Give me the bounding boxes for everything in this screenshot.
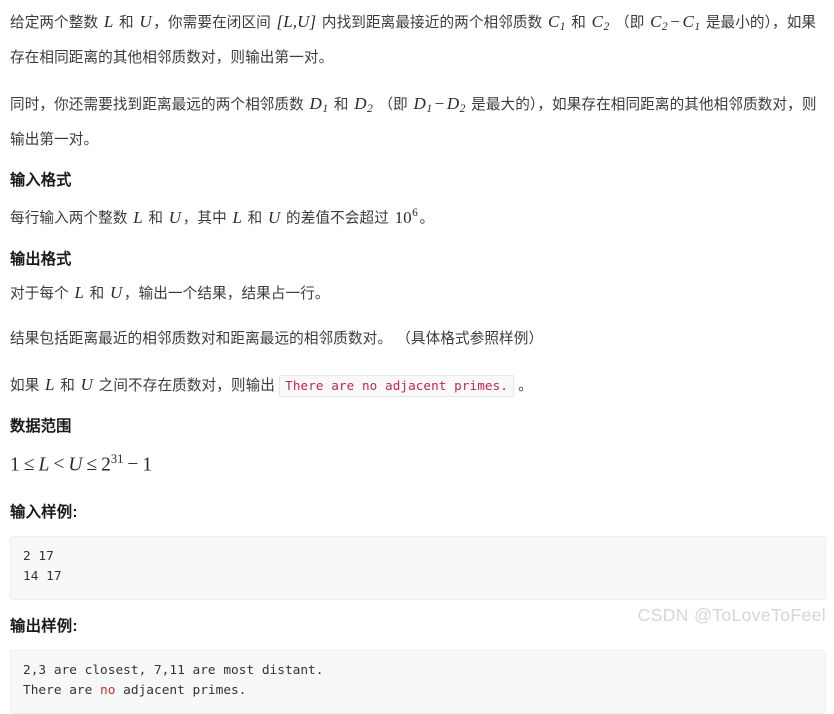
formula-minus-operator: − xyxy=(127,454,139,476)
text-fragment: 和 xyxy=(329,97,353,114)
text-fragment: 对于每个 xyxy=(10,285,73,302)
math-L: L xyxy=(74,282,84,302)
input-format-paragraph: 每行输入两个整数 L 和 U ，其中 L 和 U 的差值不会超过 106。 xyxy=(10,198,826,234)
text-fragment: 和 xyxy=(56,377,80,394)
formula-U: U xyxy=(68,454,83,476)
text-fragment: 和 xyxy=(114,15,138,31)
inline-code-no-adjacent-primes: There are no adjacent primes. xyxy=(279,374,514,397)
formula-L: L xyxy=(38,454,50,476)
output-format-detail-paragraph: 结果包括距离最近的相邻质数对和距离最远的相邻质数对。 （具体格式参照样例） xyxy=(10,330,544,347)
code-line: 14 17 xyxy=(23,569,62,585)
text-fragment: 同时，你还需要找到距离最远的两个相邻质数 xyxy=(10,97,309,114)
text-fragment: 每行输入两个整数 xyxy=(10,210,132,227)
problem-description-paragraph-2: 同时，你还需要找到距离最远的两个相邻质数 D1 和 D2 （即 D1− D2 是最… xyxy=(10,88,826,156)
math-U: U xyxy=(268,207,281,227)
formula-lt-operator: < xyxy=(53,454,65,476)
no-adjacent-primes-paragraph: 如果 L 和 U 之间不存在质数对，则输出 There are no adjac… xyxy=(10,369,826,402)
code-line: 2,3 are closest, 7,11 are most distant. xyxy=(23,661,813,681)
data-range-formula: 1 ≤ L < U ≤231−1 xyxy=(10,444,826,481)
output-sample-codeblock: 2,3 are closest, 7,11 are most distant. T… xyxy=(10,650,826,714)
math-L: L xyxy=(133,207,143,227)
math-interval-LU: [L,U] xyxy=(276,12,317,31)
problem-description-paragraph-1: 给定两个整数 L 和 U ，你需要在闭区间 [L,U] 内找到距离最接近的两个相邻… xyxy=(10,6,826,74)
heading-output-format: 输出格式 xyxy=(10,250,72,268)
text-fragment: （即 xyxy=(610,15,649,31)
text-fragment: 之间不存在质数对，则输出 xyxy=(94,377,280,394)
code-token-keyword: no xyxy=(100,683,116,699)
formula-exponent: 31 xyxy=(110,451,124,466)
math-D1-minus-D2: D1− D2 xyxy=(413,94,466,116)
math-C1: C1 xyxy=(547,12,566,34)
text-fragment: ，你需要在闭区间 xyxy=(153,15,276,31)
math-D1: D1 xyxy=(309,94,329,116)
code-line: 2 17 xyxy=(23,549,54,565)
text-fragment: 。 xyxy=(513,377,533,394)
math-D2: D2 xyxy=(354,94,373,116)
text-fragment: ，其中 xyxy=(182,210,231,227)
text-fragment: 如果 xyxy=(10,377,44,394)
text-fragment: 给定两个整数 xyxy=(10,15,103,31)
math-L: L xyxy=(103,12,114,31)
formula-le-operator: ≤ xyxy=(86,454,98,476)
code-token: adjacent primes. xyxy=(115,683,247,699)
math-L: L xyxy=(45,374,55,394)
code-token: 2,3 are closest, 7,11 are most distant. xyxy=(23,663,324,679)
text-fragment: 和 xyxy=(85,285,109,302)
input-sample-codeblock: 2 17 14 17 xyxy=(10,536,826,601)
math-U: U xyxy=(139,12,152,31)
heading-input-format: 输入格式 xyxy=(10,172,72,190)
code-token: There are xyxy=(23,683,101,699)
math-U: U xyxy=(110,282,123,302)
math-C2: C2 xyxy=(591,12,610,34)
math-L: L xyxy=(232,207,242,227)
heading-data-range: 数据范围 xyxy=(10,417,72,435)
code-line: There are no adjacent primes. xyxy=(23,681,813,701)
math-C2-minus-C1: C2− C1 xyxy=(650,12,701,34)
heading-input-sample: 输入样例: xyxy=(10,504,78,522)
problem-statement-page: 给定两个整数 L 和 U ，你需要在闭区间 [L,U] 内找到距离最接近的两个相邻… xyxy=(0,0,834,714)
formula-base-two: 2 xyxy=(101,454,111,476)
heading-output-sample: 输出样例: xyxy=(10,618,78,636)
math-U: U xyxy=(80,374,94,394)
text-fragment: 内找到距离最接近的两个相邻质数 xyxy=(317,15,547,31)
text-fragment: ，输出一个结果，结果占一行。 xyxy=(123,285,330,302)
formula-lower-bound: 1 xyxy=(10,454,20,476)
text-fragment: （即 xyxy=(374,97,413,114)
text-fragment: 。 xyxy=(419,210,435,227)
text-fragment: 和 xyxy=(243,210,267,227)
output-format-paragraph: 对于每个 L 和 U ，输出一个结果，结果占一行。 xyxy=(10,277,826,310)
text-fragment: 的差值不会超过 xyxy=(281,210,394,227)
math-U: U xyxy=(168,207,182,227)
math-ten-to-six: 106 xyxy=(394,207,419,227)
text-fragment: 和 xyxy=(144,210,168,227)
text-fragment: 和 xyxy=(567,15,591,31)
formula-le-operator: ≤ xyxy=(23,454,35,476)
formula-final-one: 1 xyxy=(142,454,153,476)
